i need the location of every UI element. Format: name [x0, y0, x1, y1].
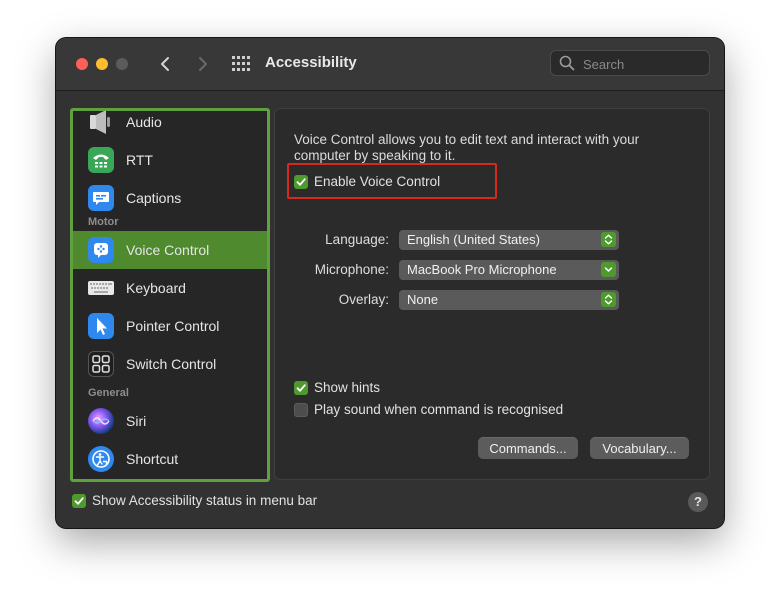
chevron-down-icon — [601, 262, 616, 277]
language-select[interactable]: English (United States) — [399, 230, 619, 250]
sidebar-item-shortcut[interactable]: Shortcut — [73, 440, 267, 478]
sidebar-item-label: Voice Control — [126, 242, 210, 258]
sidebar-item-keyboard[interactable]: Keyboard — [73, 269, 267, 307]
audio-icon — [88, 111, 114, 135]
siri-icon — [88, 408, 114, 434]
sidebar-item-pointer-control[interactable]: Pointer Control — [73, 307, 267, 345]
microphone-label: Microphone: — [314, 262, 389, 277]
play-sound-checkbox[interactable] — [294, 403, 308, 417]
search-icon — [559, 55, 575, 71]
search-input[interactable] — [581, 54, 705, 74]
play-sound-label: Play sound when command is recognised — [314, 402, 564, 417]
chevron-right-icon — [199, 57, 207, 71]
sidebar-item-audio[interactable]: Audio — [73, 111, 267, 141]
sidebar-item-label: Audio — [126, 114, 162, 130]
updown-chevron-icon — [601, 232, 616, 247]
show-hints-checkbox[interactable] — [294, 381, 308, 395]
microphone-select[interactable]: MacBook Pro Microphone — [399, 260, 619, 280]
updown-chevron-icon — [601, 292, 616, 307]
checkmark-icon — [296, 384, 306, 392]
zoom-window-button[interactable] — [116, 58, 128, 70]
sidebar-item-label: Switch Control — [126, 356, 217, 372]
forward-button[interactable] — [192, 53, 212, 75]
sidebar-item-rtt[interactable]: RTT — [73, 141, 267, 179]
show-hints-label: Show hints — [314, 380, 381, 395]
chevron-left-icon — [161, 57, 169, 71]
section-header-general: General — [88, 387, 129, 399]
shortcut-icon — [88, 446, 114, 472]
sidebar-item-label: Pointer Control — [126, 318, 220, 334]
overlay-select[interactable]: None — [399, 290, 619, 310]
search-field[interactable] — [550, 50, 710, 76]
enable-voice-control-checkbox[interactable] — [294, 175, 308, 189]
voice-control-description: Voice Control allows you to edit text an… — [294, 132, 640, 163]
sidebar-item-label: Shortcut — [126, 451, 179, 467]
sidebar-item-voice-control[interactable]: Voice Control — [73, 231, 267, 269]
minimize-window-button[interactable] — [96, 58, 108, 70]
close-window-button[interactable] — [76, 58, 88, 70]
voice-control-icon — [88, 237, 114, 263]
show-accessibility-status-checkbox[interactable] — [72, 494, 86, 508]
back-button[interactable] — [156, 53, 176, 75]
checkmark-icon — [296, 178, 306, 186]
sidebar-item-label: RTT — [126, 152, 153, 168]
show-accessibility-status-label: Show Accessibility status in menu bar — [92, 493, 318, 508]
sidebar-item-label: Keyboard — [126, 280, 186, 296]
language-label: Language: — [325, 232, 389, 247]
preferences-window: Accessibility Audio — [56, 38, 724, 528]
language-value: English (United States) — [407, 232, 540, 247]
help-button[interactable]: ? — [688, 492, 708, 512]
section-header-motor: Motor — [88, 216, 119, 228]
overlay-value: None — [407, 292, 439, 307]
sidebar-item-label: Siri — [126, 413, 147, 429]
keyboard-icon — [88, 275, 114, 301]
switch-control-icon — [88, 351, 114, 377]
sidebar: Audio RTT Captions Motor Voice Control K… — [70, 108, 270, 482]
window-title: Accessibility — [265, 54, 357, 71]
sidebar-item-captions[interactable]: Captions — [73, 179, 267, 217]
checkmark-icon — [74, 497, 84, 505]
sidebar-item-label: Captions — [126, 190, 182, 206]
overlay-label: Overlay: — [338, 292, 389, 307]
rtt-icon — [88, 147, 114, 173]
voice-control-panel: Voice Control allows you to edit text an… — [274, 108, 710, 480]
vocabulary-button[interactable]: Vocabulary... — [590, 437, 689, 459]
enable-voice-control-label: Enable Voice Control — [314, 174, 441, 189]
commands-button[interactable]: Commands... — [478, 437, 578, 459]
captions-icon — [88, 185, 114, 211]
titlebar: Accessibility — [56, 38, 724, 91]
show-all-grid-icon[interactable] — [232, 56, 250, 72]
sidebar-item-switch-control[interactable]: Switch Control — [73, 345, 267, 383]
microphone-value: MacBook Pro Microphone — [407, 262, 557, 277]
pointer-icon — [88, 313, 114, 339]
sidebar-item-siri[interactable]: Siri — [73, 402, 267, 440]
